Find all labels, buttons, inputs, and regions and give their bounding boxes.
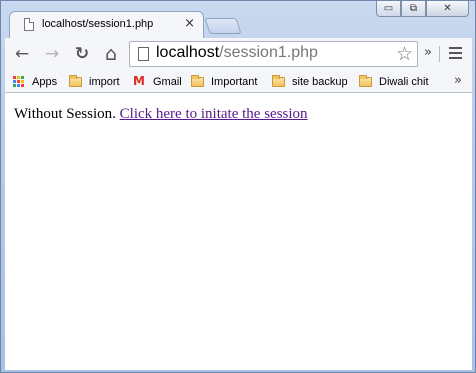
- close-tab-icon[interactable]: ×: [184, 16, 195, 31]
- bookmark-label: import: [89, 75, 120, 88]
- page-content: Without Session. Click here to initate t…: [5, 93, 472, 370]
- toolbar: ← → ↻ ⌂ localhost/session1.php ☆ »: [5, 38, 472, 70]
- bookmark-label: Diwali chit: [379, 75, 429, 88]
- bookmarks-overflow-button[interactable]: »: [454, 73, 462, 88]
- url-host: localhost: [156, 44, 220, 61]
- page-paragraph: Without Session. Click here to initate t…: [14, 106, 308, 123]
- folder-icon: [359, 74, 372, 87]
- reload-button[interactable]: ↻: [71, 43, 93, 65]
- initiate-session-link[interactable]: Click here to initate the session: [120, 106, 308, 122]
- url-text[interactable]: localhost/session1.php: [156, 44, 318, 62]
- bookmark-site-backup[interactable]: site backup: [272, 73, 348, 90]
- tab-session1[interactable]: localhost/session1.php ×: [9, 11, 204, 39]
- window-controls: ▭ ⧉ ✕: [376, 1, 469, 17]
- bookmarks-bar: Apps import M Gmail Important site backu…: [5, 70, 472, 93]
- folder-icon: [191, 74, 204, 87]
- browser-window: ▭ ⧉ ✕ localhost/session1.php × ← → ↻ ⌂ l…: [0, 0, 476, 373]
- tab-strip: localhost/session1.php ×: [9, 11, 269, 39]
- toolbar-divider: [439, 46, 440, 62]
- home-button[interactable]: ⌂: [100, 43, 122, 65]
- bookmark-diwali-chit[interactable]: Diwali chit: [359, 73, 429, 90]
- extensions-overflow-button[interactable]: »: [424, 45, 432, 60]
- menu-icon[interactable]: [449, 47, 462, 59]
- close-window-button[interactable]: ✕: [426, 1, 469, 17]
- tab-title: localhost/session1.php: [42, 18, 154, 30]
- address-bar[interactable]: localhost/session1.php ☆: [129, 41, 418, 67]
- session-status-text: Without Session.: [14, 106, 116, 122]
- bookmark-gmail[interactable]: M Gmail: [133, 73, 182, 90]
- bookmark-apps[interactable]: Apps: [13, 73, 57, 90]
- bookmark-important[interactable]: Important: [191, 73, 257, 90]
- new-tab-button[interactable]: [204, 18, 242, 34]
- bookmark-label: Important: [211, 75, 258, 88]
- bookmark-label: site backup: [292, 75, 348, 88]
- url-path: /session1.php: [219, 44, 318, 61]
- forward-button[interactable]: →: [41, 43, 63, 65]
- back-button[interactable]: ←: [11, 43, 33, 65]
- folder-icon: [69, 74, 82, 87]
- document-icon: [24, 18, 34, 31]
- minimize-button[interactable]: ▭: [376, 1, 401, 17]
- bookmark-label: Apps: [32, 75, 58, 88]
- page-icon: [138, 47, 149, 61]
- folder-icon: [272, 74, 285, 87]
- bookmark-import[interactable]: import: [69, 73, 120, 90]
- apps-icon: [13, 75, 25, 88]
- gmail-icon: M: [133, 74, 145, 88]
- restore-button[interactable]: ⧉: [401, 1, 426, 17]
- bookmark-label: Gmail: [153, 75, 182, 88]
- bookmark-star-icon[interactable]: ☆: [396, 43, 413, 65]
